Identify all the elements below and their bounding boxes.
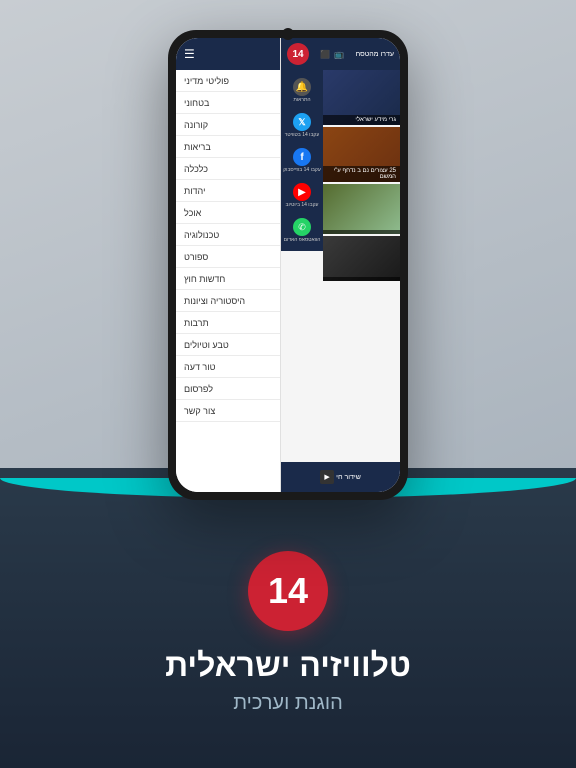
- phone-mockup: ☰ פוליטי מדיני בטחוני קורונה בריאות כלכל…: [168, 30, 408, 500]
- sidebar-menu: פוליטי מדיני בטחוני קורונה בריאות כלכלה …: [176, 70, 280, 492]
- social-item-twitter[interactable]: 𝕏 עקבו 14 בטוויטר: [281, 109, 323, 142]
- bottom-bar: ▶ שידור חי: [281, 462, 400, 492]
- sidebar-header: ☰: [176, 38, 280, 70]
- menu-item-nature[interactable]: טבע וטיולים: [176, 334, 280, 356]
- top-bar-text: עדרו מהטסח: [356, 51, 394, 58]
- bell-icon: 🔔: [293, 78, 311, 96]
- news-title-2: 25 עצורים נם ב נדחף ע"י המשם: [323, 166, 400, 182]
- main-content: 14 ⬛ 📺 עדרו מהטסח 🔔 התראות 𝕏 עקב: [281, 38, 400, 492]
- social-item-whatsapp[interactable]: ✆ הוואטסאפ האדום: [281, 214, 323, 247]
- menu-item-food[interactable]: אוכל: [176, 202, 280, 224]
- menu-item-contact[interactable]: צור קשר: [176, 400, 280, 422]
- facebook-icon: f: [293, 148, 311, 166]
- news-image-3: [323, 184, 400, 234]
- news-title-1: גרי מידע ישראלי: [323, 115, 400, 125]
- record-icon: ⬛: [320, 50, 330, 59]
- news-item-3[interactable]: [323, 184, 400, 234]
- cast-icon: 📺: [334, 50, 344, 59]
- sub-title: הוגנת וערכית: [233, 692, 343, 715]
- bottom-section: 14 טלוויזיה ישראלית הוגנת וערכית: [0, 498, 576, 768]
- notifications-label: התראות: [293, 97, 310, 103]
- facebook-label: עקבו 14 בפייסבוק: [283, 167, 321, 173]
- menu-item-world-news[interactable]: חדשות חוץ: [176, 268, 280, 290]
- news-title-4: [323, 277, 400, 281]
- live-button[interactable]: ▶ שידור חי: [320, 470, 361, 484]
- logo-circle: 14: [248, 551, 328, 631]
- menu-item-corona[interactable]: קורונה: [176, 114, 280, 136]
- social-item-youtube[interactable]: ▶ עקבו 14 ביוטיוב: [281, 179, 323, 212]
- phone-screen: ☰ פוליטי מדיני בטחוני קורונה בריאות כלכל…: [176, 38, 400, 492]
- news-image-1: גרי מידע ישראלי: [323, 70, 400, 125]
- twitter-label: עקבו 14 בטוויטר: [285, 132, 320, 138]
- menu-item-history[interactable]: היסטוריה וציונות: [176, 290, 280, 312]
- twitter-icon: 𝕏: [293, 113, 311, 131]
- menu-item-sport[interactable]: ספורט: [176, 246, 280, 268]
- whatsapp-icon: ✆: [293, 218, 311, 236]
- menu-item-opinion[interactable]: טור דעה: [176, 356, 280, 378]
- camera-notch: [282, 28, 294, 40]
- live-icon: ▶: [320, 470, 334, 484]
- sidebar: ☰ פוליטי מדיני בטחוני קורונה בריאות כלכל…: [176, 38, 281, 492]
- menu-item-advertise[interactable]: לפרסום: [176, 378, 280, 400]
- news-item-4[interactable]: [323, 236, 400, 281]
- hamburger-icon[interactable]: ☰: [184, 47, 195, 61]
- news-title-3: [323, 230, 400, 234]
- social-panel: 🔔 התראות 𝕏 עקבו 14 בטוויטר f עקבו 14 בפי…: [281, 70, 323, 251]
- youtube-label: עקבו 14 ביוטיוב: [286, 202, 319, 208]
- menu-item-tech[interactable]: טכנולוגיה: [176, 224, 280, 246]
- whatsapp-label: הוואטסאפ האדום: [284, 237, 321, 243]
- news-item-1[interactable]: גרי מידע ישראלי: [323, 70, 400, 125]
- menu-item-culture[interactable]: תרבות: [176, 312, 280, 334]
- main-title: טלוויזיה ישראלית: [165, 647, 411, 684]
- menu-item-health[interactable]: בריאות: [176, 136, 280, 158]
- social-item-facebook[interactable]: f עקבו 14 בפייסבוק: [281, 144, 323, 177]
- top-bar-icons: ⬛ 📺: [320, 50, 344, 59]
- news-image-2: 25 עצורים נם ב נדחף ע"י המשם: [323, 127, 400, 182]
- news-feed: גרי מידע ישראלי 25 עצורים נם ב נדחף ע"י …: [323, 70, 400, 462]
- menu-item-judaism[interactable]: יהדות: [176, 180, 280, 202]
- youtube-icon: ▶: [293, 183, 311, 201]
- menu-item-politics[interactable]: פוליטי מדיני: [176, 70, 280, 92]
- menu-item-economy[interactable]: כלכלה: [176, 158, 280, 180]
- menu-item-security[interactable]: בטחוני: [176, 92, 280, 114]
- top-bar: 14 ⬛ 📺 עדרו מהטסח: [281, 38, 400, 70]
- news-image-4: [323, 236, 400, 281]
- app-logo[interactable]: 14: [287, 43, 309, 65]
- phone-frame: ☰ פוליטי מדיני בטחוני קורונה בריאות כלכל…: [168, 30, 408, 500]
- social-item-notifications[interactable]: 🔔 התראות: [281, 74, 323, 107]
- live-label: שידור חי: [336, 474, 361, 481]
- news-item-2[interactable]: 25 עצורים נם ב נדחף ע"י המשם: [323, 127, 400, 182]
